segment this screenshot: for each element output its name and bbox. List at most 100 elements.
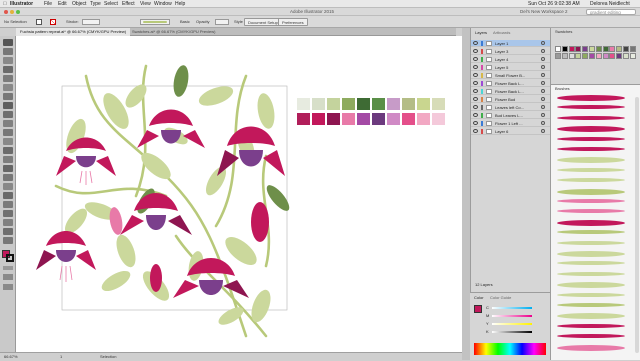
layer-target-icon[interactable] [541,89,545,93]
menu-file[interactable]: File [44,0,52,8]
palette-swatch[interactable] [327,113,340,125]
scale-tool-icon[interactable] [3,138,13,145]
swatch[interactable] [561,46,568,52]
swatch[interactable] [568,46,575,52]
tab-fuchsia-pattern[interactable]: Fuchsia pattern repeat.ai* @ 66.67% (CMY… [16,28,131,36]
brush-stroke-preview[interactable] [557,199,625,203]
layer-target-icon[interactable] [541,65,545,69]
menu-effect[interactable]: Effect [122,0,135,8]
layer-row[interactable]: Layer 1 [471,40,551,47]
palette-swatch[interactable] [417,113,430,125]
layer-row[interactable]: Layer 3 [471,48,551,55]
eyedropper-tool-icon[interactable] [3,192,13,199]
opacity-field[interactable] [215,19,229,25]
shape-builder-tool-icon[interactable] [3,165,13,172]
swatch[interactable] [589,53,595,59]
tab-artboards[interactable]: Artboards [493,30,510,35]
window-close-button[interactable] [4,10,8,14]
palette-swatch[interactable] [342,113,355,125]
swatch[interactable] [582,53,589,59]
palette-swatch[interactable] [312,113,325,125]
tab-swatches[interactable]: Swatches.ai* @ 66.67% (CMYK/GPU Preview) [128,28,219,36]
drawing-mode-icon[interactable] [3,274,13,280]
search-input[interactable]: gradient editing [586,9,636,15]
menu-object[interactable]: Object [72,0,86,8]
opacity-label[interactable]: Opacity [196,19,210,24]
layer-row[interactable]: Flower Back L... [471,80,551,87]
blend-tool-icon[interactable] [3,201,13,208]
layer-target-icon[interactable] [541,57,545,61]
symbol-sprayer-tool-icon[interactable] [3,210,13,217]
window-minimize-button[interactable] [10,10,14,14]
line-tool-icon[interactable] [3,84,13,91]
menu-select[interactable]: Select [104,0,118,8]
layer-row[interactable]: Flower 1 Left ... [471,120,551,127]
apple-menu-icon[interactable]:  [3,0,7,8]
brush-stroke-preview[interactable] [557,313,625,320]
visibility-eye-icon[interactable] [473,97,478,101]
brush-stroke-preview[interactable] [557,282,625,289]
swatch[interactable] [561,53,568,59]
visibility-eye-icon[interactable] [473,89,478,93]
document-setup-button[interactable]: Document Setup [244,18,282,26]
swatch[interactable] [575,46,582,52]
swatch[interactable] [623,46,629,52]
pen-tool-icon[interactable] [3,66,13,73]
brush-stroke-preview[interactable] [557,136,625,141]
tab-layers[interactable]: Layers [475,30,487,35]
swatch[interactable] [616,46,623,52]
tab-color-guide[interactable]: Color Guide [490,295,511,300]
layer-row[interactable]: Flower Bud [471,96,551,103]
brush-stroke-preview[interactable] [557,323,625,328]
swatches-title[interactable]: Swatches [555,29,572,34]
layer-row[interactable]: Leaves left Co... [471,104,551,111]
zoom-tool-icon[interactable] [3,237,13,244]
paintbrush-tool-icon[interactable] [3,102,13,109]
brush-stroke-preview[interactable] [557,261,625,266]
visibility-eye-icon[interactable] [473,113,478,117]
palette-swatch[interactable] [387,113,400,125]
visibility-eye-icon[interactable] [473,129,478,133]
visibility-eye-icon[interactable] [473,73,478,77]
layer-row[interactable]: Layer 5 [471,64,551,71]
layer-target-icon[interactable] [541,73,545,77]
palette-swatch[interactable] [297,98,310,110]
palette-swatch[interactable] [327,98,340,110]
swatch[interactable] [555,46,561,52]
color-spectrum-bar[interactable] [474,343,546,355]
fill-swatch[interactable] [36,19,42,25]
menu-illustrator[interactable]: Illustrator [10,0,33,8]
brush-stroke-preview[interactable] [557,230,625,235]
palette-swatch[interactable] [432,98,445,110]
menu-type[interactable]: Type [90,0,101,8]
brush-stroke-preview[interactable] [557,219,625,226]
user-name[interactable]: Delorea Neidlecht [590,0,630,8]
visibility-eye-icon[interactable] [473,57,478,61]
gradient-tool-icon[interactable] [3,183,13,190]
brush-stroke-preview[interactable] [557,292,625,297]
type-tool-icon[interactable] [3,75,13,82]
pencil-tool-icon[interactable] [3,111,13,118]
palette-swatch[interactable] [312,98,325,110]
menu-view[interactable]: View [140,0,151,8]
artboard-canvas[interactable] [16,36,462,352]
brush-stroke-preview[interactable] [557,178,625,183]
brush-stroke-preview[interactable] [557,95,625,101]
swatch[interactable] [595,46,602,52]
brush-stroke-preview[interactable] [557,303,625,307]
visibility-eye-icon[interactable] [473,49,478,53]
stroke-swatch[interactable] [50,19,56,25]
workspace-switcher[interactable]: Del's New Workspace 2 [520,8,568,16]
swatch[interactable] [629,53,636,59]
swatch[interactable] [609,46,616,52]
menu-window[interactable]: Window [154,0,172,8]
free-transform-tool-icon[interactable] [3,156,13,163]
swatch[interactable] [602,53,609,59]
brush-stroke-preview[interactable] [557,271,625,276]
swatch[interactable] [623,53,629,59]
channel-y-slider[interactable] [492,323,532,325]
swatch[interactable] [575,53,582,59]
stroke-color-icon[interactable] [6,254,14,262]
visibility-eye-icon[interactable] [473,65,478,69]
brush-stroke-preview[interactable] [557,240,625,245]
